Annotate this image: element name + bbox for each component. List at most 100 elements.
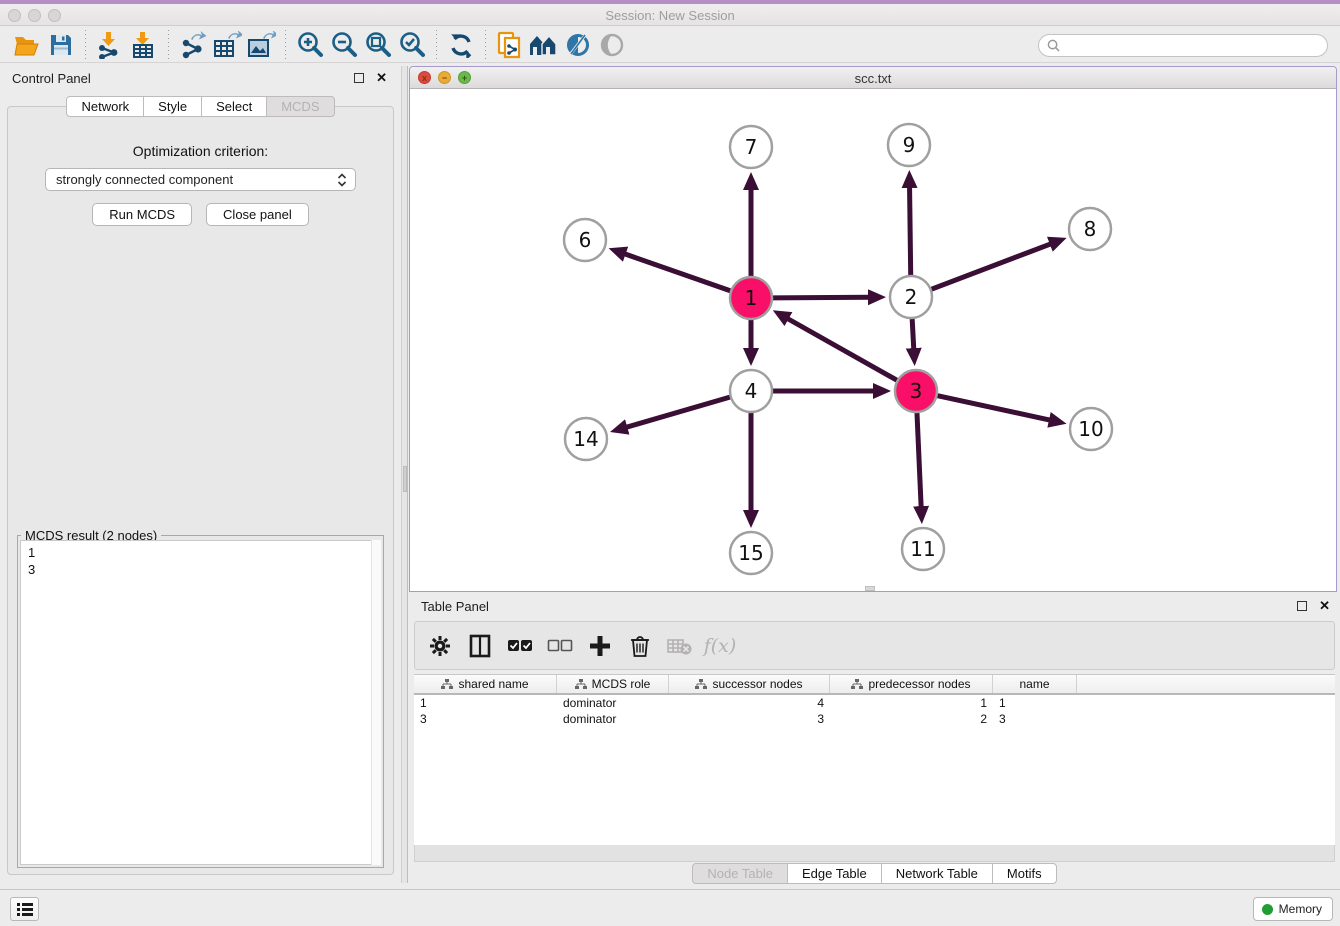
graph-edge-1-6[interactable] [624,254,731,291]
toolbar-separator [85,30,86,60]
import-table-icon[interactable] [127,29,161,61]
columns-icon[interactable] [467,633,493,659]
first-neighbors-icon[interactable] [527,29,561,61]
graph-node-label: 14 [573,427,598,451]
import-network-icon[interactable] [93,29,127,61]
tab-network[interactable]: Network [66,96,144,117]
close-table-panel-icon[interactable]: ✕ [1319,598,1330,614]
network-canvas[interactable]: 7968124314101511 [410,89,1336,591]
splitter-handle[interactable] [403,466,407,492]
cell-shared-name[interactable]: 3 [414,711,557,727]
tab-network-table[interactable]: Network Table [881,863,993,884]
toolbar-separator [285,30,286,60]
table-panel-title: Table Panel [421,599,489,614]
vertical-splitter[interactable] [401,66,408,883]
tree-icon [851,679,863,690]
graph-node-label: 4 [745,379,758,403]
graph-edge-1-2[interactable] [773,297,870,298]
cell-mcds-role[interactable]: dominator [557,695,669,711]
cell-predecessor-nodes[interactable]: 1 [830,695,993,711]
tab-mcds[interactable]: MCDS [266,96,334,117]
delete-table-icon[interactable] [667,633,693,659]
cell-shared-name[interactable]: 1 [414,695,557,711]
open-file-icon[interactable] [10,29,44,61]
column-label: name [1019,677,1049,691]
zoom-selected-icon[interactable] [395,29,429,61]
zoom-in-icon[interactable] [293,29,327,61]
canvas-resize-handle[interactable] [865,586,875,591]
tab-edge-table[interactable]: Edge Table [787,863,882,884]
close-panel-icon[interactable]: ✕ [376,70,387,86]
table-row[interactable]: 3 dominator 3 2 3 [414,711,1335,727]
gear-icon[interactable] [427,633,453,659]
unselect-all-icon[interactable] [547,633,573,659]
cell-name[interactable]: 3 [993,711,1077,727]
cell-predecessor-nodes[interactable]: 2 [830,711,993,727]
tab-node-table[interactable]: Node Table [692,863,788,884]
search-input[interactable] [1065,39,1327,53]
cell-name[interactable]: 1 [993,695,1077,711]
table-tabs: Node Table Edge Table Network Table Moti… [409,863,1340,884]
graph-node-label: 9 [903,133,916,157]
control-panel-tabs: Network Style Select MCDS [0,96,401,117]
refresh-icon[interactable] [444,29,478,61]
toolbar-separator [168,30,169,60]
export-image-icon[interactable] [244,29,278,61]
zoom-out-icon[interactable] [327,29,361,61]
column-label: successor nodes [712,677,802,691]
trash-icon[interactable] [627,633,653,659]
function-icon[interactable]: f(x) [707,633,733,659]
network-graph[interactable]: 7968124314101511 [410,89,1336,591]
memory-button[interactable]: Memory [1253,897,1333,921]
graph-edge-4-14[interactable] [625,397,730,427]
graph-edge-2-8[interactable] [932,244,1052,290]
cell-successor-nodes[interactable]: 3 [669,711,830,727]
column-name[interactable]: name [993,675,1077,693]
graph-edge-3-11[interactable] [917,413,921,508]
application-window: Session: New Session [0,0,1340,926]
window-title: Session: New Session [0,8,1340,23]
graph-edge-2-9[interactable] [910,186,911,275]
graph-node-label: 2 [905,285,918,309]
graph-edge-3-10[interactable] [937,396,1050,421]
copy-network-icon[interactable] [493,29,527,61]
column-label: MCDS role [592,677,651,691]
export-table-icon[interactable] [210,29,244,61]
tree-icon [575,679,587,690]
tab-select[interactable]: Select [201,96,267,117]
graph-node-label: 7 [745,135,758,159]
control-panel: Control Panel ✕ Network Style Select MCD… [0,66,401,883]
save-icon[interactable] [44,29,78,61]
run-mcds-button[interactable]: Run MCDS [92,203,192,226]
close-panel-button[interactable]: Close panel [206,203,309,226]
column-predecessor-nodes[interactable]: predecessor nodes [830,675,993,693]
zoom-fit-icon[interactable] [361,29,395,61]
tab-motifs[interactable]: Motifs [992,863,1057,884]
column-mcds-role[interactable]: MCDS role [557,675,669,693]
optimization-criterion-label: Optimization criterion: [8,143,393,159]
eye-icon[interactable] [595,29,629,61]
vizmapper-icon[interactable] [561,29,595,61]
column-shared-name[interactable]: shared name [414,675,557,693]
add-icon[interactable] [587,633,613,659]
float-panel-icon[interactable] [354,73,364,83]
task-history-button[interactable] [10,897,39,921]
graph-edge-2-3[interactable] [912,319,914,350]
graph-node-label: 1 [745,286,758,310]
float-table-panel-icon[interactable] [1297,601,1307,611]
search-box[interactable] [1038,34,1328,57]
column-successor-nodes[interactable]: successor nodes [669,675,830,693]
cell-mcds-role[interactable]: dominator [557,711,669,727]
table-row[interactable]: 1 dominator 4 1 1 [414,695,1335,711]
optimization-criterion-select[interactable]: strongly connected component [45,168,356,191]
graph-node-label: 11 [910,537,935,561]
graph-node-label: 8 [1084,217,1097,241]
select-all-icon[interactable] [507,633,533,659]
graph-edge-3-1[interactable] [787,318,897,380]
network-window-titlebar: x − + scc.txt [410,67,1336,89]
export-network-icon[interactable] [176,29,210,61]
mcds-result-textarea[interactable]: 1 3 [20,540,381,865]
result-scrollbar[interactable] [371,540,381,865]
tab-style[interactable]: Style [143,96,202,117]
cell-successor-nodes[interactable]: 4 [669,695,830,711]
